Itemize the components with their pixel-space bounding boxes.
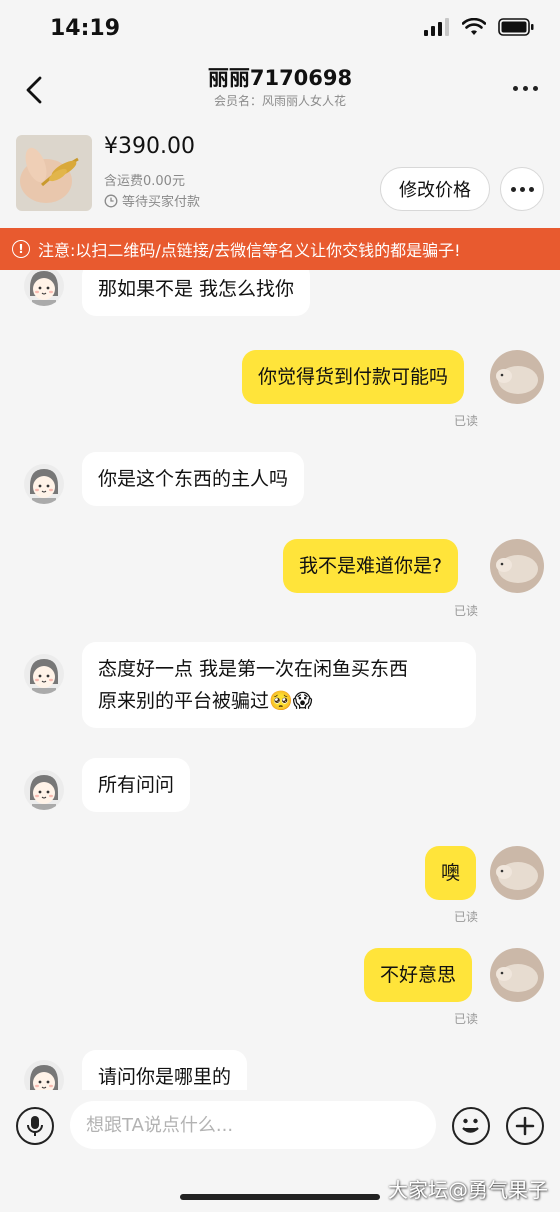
my-avatar[interactable] bbox=[490, 539, 544, 593]
member-name: 会员名：风雨丽人女人花 bbox=[213, 94, 346, 108]
contact-avatar[interactable] bbox=[24, 464, 64, 504]
emoji-icon bbox=[462, 1118, 479, 1133]
my-avatar[interactable] bbox=[490, 846, 544, 900]
watermark: 大家坛@勇气果子 bbox=[388, 1178, 548, 1202]
message-bubble[interactable]: 所有问问 bbox=[82, 758, 191, 812]
more-options-button[interactable] bbox=[510, 76, 540, 100]
my-avatar[interactable] bbox=[490, 948, 544, 1002]
warning-icon: ! bbox=[12, 240, 30, 258]
mic-icon bbox=[27, 1116, 43, 1136]
status-icons bbox=[424, 18, 534, 36]
more-icon bbox=[512, 85, 518, 91]
read-receipt: 已读 bbox=[454, 604, 479, 618]
emoji-group: 🥺😱 bbox=[269, 690, 313, 712]
emoji-button[interactable] bbox=[452, 1107, 490, 1145]
message-bubble[interactable]: 你觉得货到付款可能吗 bbox=[242, 350, 465, 404]
product-more-button[interactable] bbox=[500, 167, 544, 211]
order-status-text: 等待买家付款 bbox=[122, 195, 201, 210]
message-line: 原来别的平台被骗过🥺😱 bbox=[98, 690, 313, 712]
edit-price-button[interactable]: 修改价格 bbox=[380, 167, 490, 211]
message-bubble[interactable]: 请问你是哪里的 bbox=[82, 1050, 248, 1090]
scam-warning-banner: ! 注意:以扫二维码/点链接/去微信等名义让你交钱的都是骗子! bbox=[0, 228, 560, 270]
wifi-icon bbox=[462, 18, 486, 35]
contact-avatar[interactable] bbox=[24, 770, 64, 810]
shipping-fee: 含运费0.00元 bbox=[104, 174, 185, 189]
message-bubble[interactable]: 我不是难道你是? bbox=[283, 539, 459, 593]
order-status: 等待买家付款 bbox=[104, 191, 200, 210]
plus-button[interactable] bbox=[506, 1107, 544, 1145]
chat-title: 丽丽7170698 bbox=[207, 66, 353, 90]
contact-avatar[interactable] bbox=[24, 654, 64, 694]
read-receipt: 已读 bbox=[454, 910, 479, 924]
message-bubble[interactable]: 态度好一点 我是第一次在闲鱼买东西 原来别的平台被骗过🥺😱 bbox=[82, 642, 476, 728]
message-bubble[interactable]: 那如果不是 我怎么找你 bbox=[82, 270, 311, 316]
battery-icon bbox=[498, 18, 534, 36]
message-bubble[interactable]: 不好意思 bbox=[364, 948, 473, 1002]
contact-avatar[interactable] bbox=[24, 1060, 64, 1090]
chat-messages[interactable]: 那如果不是 我怎么找你 你觉得货到付款可能吗 已读 你是这个东西的主人吗 我不是… bbox=[0, 270, 560, 1090]
message-bubble[interactable]: 噢 bbox=[425, 846, 477, 900]
status-time: 14:19 bbox=[50, 16, 121, 41]
warning-text: 注意:以扫二维码/点链接/去微信等名义让你交钱的都是骗子! bbox=[38, 241, 461, 260]
read-receipt: 已读 bbox=[454, 414, 479, 428]
product-thumbnail[interactable] bbox=[16, 135, 92, 211]
contact-avatar[interactable] bbox=[24, 270, 64, 306]
clock-icon bbox=[104, 194, 118, 207]
message-line: 态度好一点 我是第一次在闲鱼买东西 bbox=[98, 658, 409, 680]
plus-icon bbox=[515, 1116, 535, 1136]
product-price: ¥390.00 bbox=[104, 134, 195, 159]
message-input[interactable] bbox=[70, 1101, 436, 1149]
more-icon bbox=[510, 186, 516, 192]
signal-icon bbox=[424, 18, 449, 36]
voice-button[interactable] bbox=[16, 1107, 54, 1145]
home-indicator[interactable] bbox=[180, 1194, 380, 1200]
message-bubble[interactable]: 你是这个东西的主人吗 bbox=[82, 452, 305, 506]
read-receipt: 已读 bbox=[454, 1012, 479, 1026]
my-avatar[interactable] bbox=[490, 350, 544, 404]
